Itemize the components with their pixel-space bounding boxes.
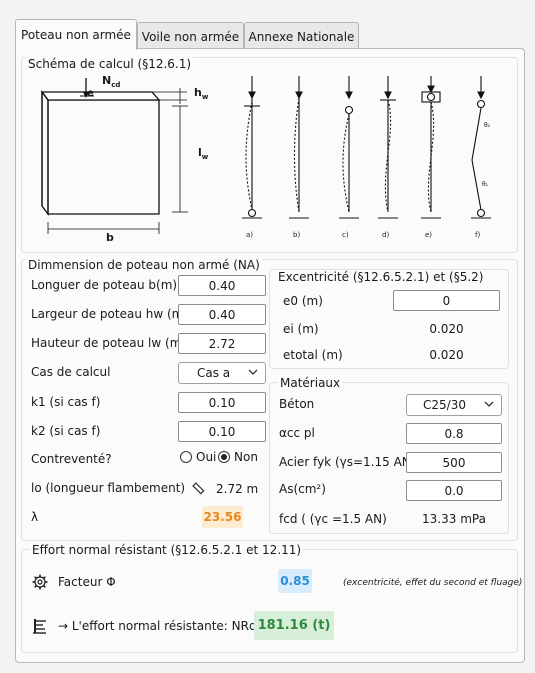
case-c-label: c) xyxy=(342,231,349,239)
gear-icon xyxy=(32,574,48,590)
non-label[interactable]: Non xyxy=(234,450,258,464)
tab-voile-non-armee[interactable]: Voile non armée xyxy=(137,22,244,50)
case-d-label: d) xyxy=(382,231,390,239)
materiaux-group: Matériaux Béton C25/30 αcc pl 0.8 Acier … xyxy=(269,376,509,534)
label-ncd: Ncd xyxy=(102,74,121,90)
schema-diagram xyxy=(40,76,491,234)
materiaux-title: Matériaux xyxy=(278,376,343,390)
e0-input[interactable]: 0 xyxy=(393,290,500,311)
label-lw: lw xyxy=(198,146,209,162)
acc-label: αcc pl xyxy=(279,426,315,440)
chevron-down-icon xyxy=(484,401,494,407)
beton-select[interactable]: C25/30 xyxy=(406,394,502,416)
lambda-label: λ xyxy=(31,510,39,524)
cas-label: Cas de calcul xyxy=(31,365,111,379)
excentricite-group: Excentricité (§12.6.5.2.1) et (§5.2) e0 … xyxy=(269,269,509,369)
case-b-label: b) xyxy=(293,231,301,239)
lo-label: lo (longueur flambement) xyxy=(31,481,186,495)
effort-group: Effort normal résistant (§12.6.5.2.1 et … xyxy=(21,543,522,653)
schema-group: Schéma de calcul (§12.6.1) Ncd e hw lw b… xyxy=(21,57,518,253)
beam-icon xyxy=(33,619,46,634)
oui-label[interactable]: Oui xyxy=(196,450,216,464)
etotal-label: etotal (m) xyxy=(283,348,343,362)
tab-poteau-non-armee[interactable]: Poteau non armée xyxy=(15,19,137,50)
b-input[interactable]: 0.40 xyxy=(178,275,266,296)
as-label: As(cm²) xyxy=(279,482,326,496)
label-b: b xyxy=(106,231,114,244)
facteur-note: (excentricité, effet du second et fluage… xyxy=(343,578,523,588)
dimension-title: Dimmension de poteau non armé (NA) xyxy=(26,258,262,272)
label-hw: hw xyxy=(194,86,209,102)
case-e-label: e) xyxy=(425,231,433,239)
nrd-label: → L'effort normal résistante: NRd= xyxy=(58,619,267,633)
oui-radio[interactable] xyxy=(180,451,192,463)
label-e: e xyxy=(87,88,94,99)
k2-label: k2 (si cas f) xyxy=(31,424,101,438)
e0-label: e0 (m) xyxy=(283,294,323,308)
theta1-label: θ₁ xyxy=(482,181,489,188)
contrevente-label: Contreventé? xyxy=(31,452,112,466)
k1-label: k1 (si cas f) xyxy=(31,395,101,409)
column-block xyxy=(40,90,161,216)
etotal-value: 0.020 xyxy=(429,348,464,362)
buckling-cases xyxy=(242,76,491,219)
non-radio[interactable] xyxy=(218,451,230,463)
theta2-label: θ₂ xyxy=(484,122,491,129)
ei-label: ei (m) xyxy=(283,322,319,336)
hw-label: Largeur de poteau hw (m) xyxy=(31,307,189,321)
fyk-input[interactable]: 500 xyxy=(406,452,502,473)
hw-input[interactable]: 0.40 xyxy=(178,304,266,325)
facteur-label: Facteur Φ xyxy=(58,575,116,589)
as-input[interactable]: 0.0 xyxy=(406,480,502,501)
lambda-value-badge: 23.56 xyxy=(202,506,243,528)
fcd-label: fcd ( (γc =1.5 AN) xyxy=(279,512,387,526)
fyk-label: Acier fyk (γs=1.15 AN) xyxy=(279,455,416,469)
ei-value: 0.020 xyxy=(429,322,464,336)
excentricite-title: Excentricité (§12.6.5.2.1) et (§5.2) xyxy=(276,270,486,284)
acc-input[interactable]: 0.8 xyxy=(406,423,502,444)
lw-input[interactable]: 2.72 xyxy=(178,333,266,354)
b-label: Longuer de poteau b(m) xyxy=(31,278,178,292)
cas-select[interactable]: Cas a xyxy=(178,362,266,384)
case-f-label: f) xyxy=(475,231,481,239)
facteur-value-badge: 0.85 xyxy=(278,569,312,593)
lo-value: 2.72 m xyxy=(216,482,259,496)
tab-annexe-nationale[interactable]: Annexe Nationale xyxy=(244,22,359,50)
ruler-icon xyxy=(192,482,205,495)
fcd-value: 13.33 mPa xyxy=(422,512,486,526)
effort-title: Effort normal résistant (§12.6.5.2.1 et … xyxy=(30,543,304,557)
lw-label: Hauteur de poteau lw (m) xyxy=(31,336,187,350)
k1-input[interactable]: 0.10 xyxy=(178,392,266,413)
case-a-label: a) xyxy=(246,231,254,239)
nrd-value-badge: 181.16 (t) xyxy=(254,611,334,640)
chevron-down-icon xyxy=(248,369,258,375)
k2-input[interactable]: 0.10 xyxy=(178,421,266,442)
tab-panel: Schéma de calcul (§12.6.1) Ncd e hw lw b… xyxy=(15,48,525,663)
beton-label: Béton xyxy=(279,397,315,411)
